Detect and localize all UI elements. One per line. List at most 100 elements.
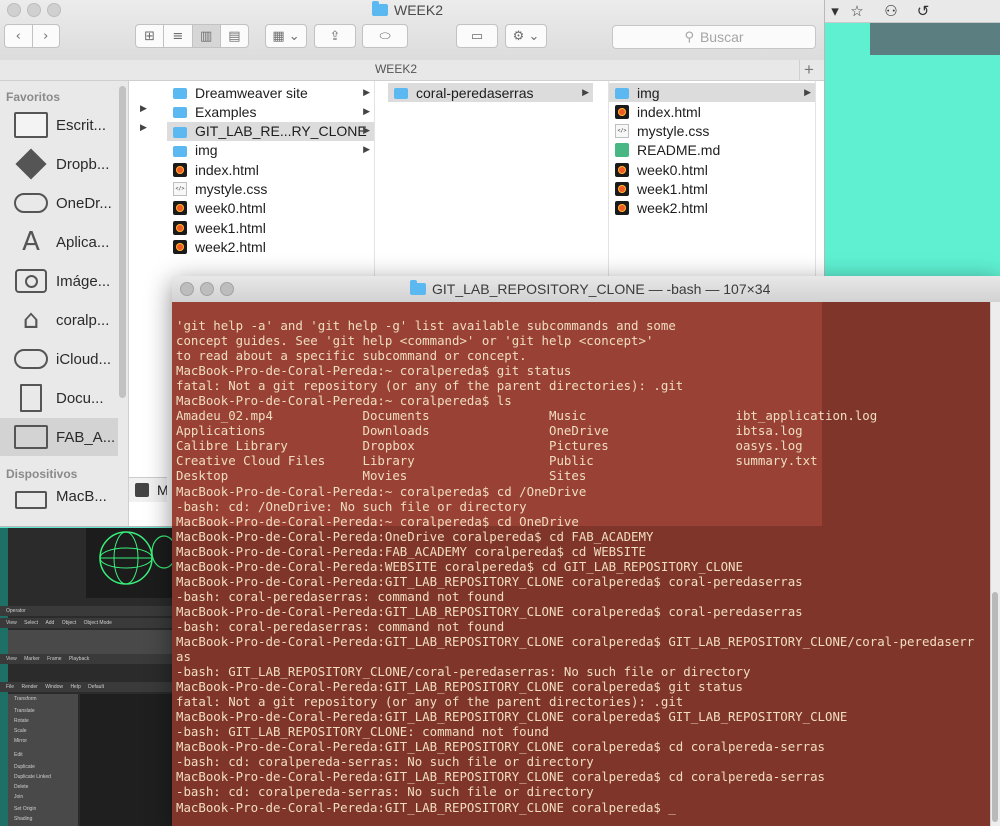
cover-flow-button[interactable]: ▤ (221, 25, 248, 47)
action-gear-button[interactable]: ⚙ ⌄ (505, 24, 547, 48)
file-name: week1.html (637, 181, 708, 197)
list-item[interactable]: GIT_LAB_RE...RY_CLONE ▶ (167, 121, 374, 141)
star-icon[interactable]: ☆ (848, 2, 866, 20)
sidebar-item-8[interactable]: Docu... (0, 379, 118, 417)
minimize-button[interactable] (27, 3, 41, 17)
terminal-output[interactable]: 'git help -a' and 'git help -g' list ava… (172, 302, 990, 826)
list-item[interactable]: week0.html (609, 160, 815, 179)
column-view-button[interactable]: ▥ (192, 25, 221, 47)
search-icon: ⚲ (684, 29, 694, 45)
icon-view-button[interactable]: ⊞ (136, 25, 165, 47)
html-file-icon (615, 182, 629, 196)
document-icon (14, 383, 48, 413)
chevron-right-icon: ▶ (582, 87, 589, 98)
list-item[interactable]: img ▶ (167, 141, 374, 160)
new-folder-button[interactable]: ▭ (456, 24, 498, 48)
file-name: mystyle.css (195, 181, 268, 197)
sidebar-item-1[interactable]: Escrit... (0, 106, 118, 144)
list-item[interactable]: </> mystyle.css (167, 180, 374, 199)
history-icon[interactable]: ↺ (914, 2, 932, 20)
private-mask-icon[interactable]: ⚇ (882, 2, 900, 20)
tags-button[interactable]: ⬭ (362, 24, 408, 48)
html-file-icon (173, 162, 187, 177)
app-sidebar-strip (0, 528, 8, 826)
folder-icon (173, 145, 187, 157)
sidebar-item-6[interactable]: ⌂ coralp... (0, 301, 118, 339)
list-item[interactable]: index.html (609, 102, 815, 121)
list-item[interactable]: week1.html (167, 218, 374, 237)
markdown-file-icon (615, 143, 629, 158)
list-item[interactable]: Examples ▶ (167, 102, 374, 121)
file-name: week0.html (195, 200, 266, 217)
file-name: index.html (195, 161, 259, 178)
terminal-scrollbar[interactable] (992, 592, 998, 822)
list-item[interactable]: Dreamweaver site ▶ (167, 83, 374, 102)
chevron-right-icon: ▶ (363, 145, 370, 156)
html-file-icon (615, 201, 629, 216)
terminal-close-button[interactable] (180, 282, 194, 296)
share-button[interactable]: ⇪ (314, 24, 356, 48)
folder-icon (173, 126, 187, 138)
list-item[interactable]: </> mystyle.css (609, 122, 815, 141)
app-operator-row: Operator (0, 606, 172, 616)
sidebar-scrollbar[interactable] (119, 86, 126, 398)
html-file-icon (615, 162, 629, 177)
sidebar-item-2[interactable]: Dropb... (0, 145, 118, 183)
list-item[interactable]: README.md (609, 141, 815, 160)
applications-icon: A (22, 227, 40, 257)
desktop-icon (14, 110, 48, 140)
terminal-text: 'git help -a' and 'git help -g' list ava… (176, 318, 975, 815)
file-name: Dreamweaver site (195, 84, 308, 101)
terminal-minimize-button[interactable] (200, 282, 214, 296)
sidebar-item-5[interactable]: Imáge... (0, 262, 118, 300)
laptop-icon (14, 481, 48, 511)
home-icon: ⌂ (22, 305, 40, 335)
wireframe-sphere-graphic (86, 528, 172, 598)
file-name: week2.html (637, 200, 708, 217)
html-file-icon (173, 220, 187, 235)
sidebar-item-label: Docu... (56, 389, 104, 407)
sidebar-item-label: iCloud... (56, 350, 112, 368)
list-item[interactable]: week1.html (609, 180, 815, 199)
forward-button[interactable]: › (33, 25, 60, 47)
column-partial-row[interactable]: M (129, 477, 167, 502)
sidebar-item-4[interactable]: A Aplica... (0, 223, 118, 261)
list-view-button[interactable]: ≡ (164, 25, 193, 47)
view-mode-control: ⊞ ≡ ▥ ▤ (135, 24, 249, 48)
list-item[interactable]: img ▶ (609, 83, 815, 102)
tab-title[interactable]: WEEK2 (0, 62, 792, 76)
zoom-button[interactable] (47, 3, 61, 17)
pocket-icon[interactable]: ▾ (826, 2, 844, 20)
new-tab-button[interactable]: + (799, 60, 818, 80)
search-input[interactable]: ⚲ Buscar (612, 25, 816, 49)
folder-icon (394, 88, 408, 99)
list-item[interactable]: index.html (167, 160, 374, 179)
back-button[interactable]: ‹ (5, 25, 33, 47)
background-3d-app: Operator View Select Add Object Object M… (0, 528, 172, 826)
app-viewport (80, 694, 172, 826)
folder-icon (410, 280, 426, 295)
sidebar-item-device[interactable]: MacB... (0, 485, 118, 509)
finder-sidebar: Favoritos Escrit... Dropb... OneDr... A Apli… (0, 81, 129, 526)
sidebar-item-3[interactable]: OneDr... (0, 184, 118, 222)
list-item[interactable]: coral-peredaserras ▶ (388, 83, 593, 102)
terminal-zoom-button[interactable] (220, 282, 234, 296)
close-button[interactable] (7, 3, 21, 17)
sidebar-item-7[interactable]: iCloud... (0, 340, 118, 378)
sidebar-item-label: Dropb... (56, 155, 110, 173)
app-menu-row: View Select Add Object Object Mode (0, 618, 172, 628)
arrange-button[interactable]: ▦ ⌄ (265, 24, 307, 48)
list-item[interactable]: week2.html (609, 199, 815, 218)
sidebar-item-label: FAB_A... (56, 428, 116, 446)
file-name: coral-peredaserras (416, 84, 534, 101)
file-name: README.md (637, 142, 721, 159)
chevron-right-icon: ▶ (140, 123, 147, 133)
css-file-icon: </> (173, 182, 187, 196)
file-name: GIT_LAB_RE...RY_CLONE (195, 123, 367, 140)
list-item[interactable]: week0.html (167, 199, 374, 218)
sidebar-item-9[interactable]: FAB_A... (0, 418, 118, 456)
list-item[interactable]: week2.html (167, 237, 374, 256)
chevron-right-icon: ▶ (363, 106, 370, 117)
disk-icon (135, 483, 149, 497)
icloud-icon (14, 344, 48, 374)
